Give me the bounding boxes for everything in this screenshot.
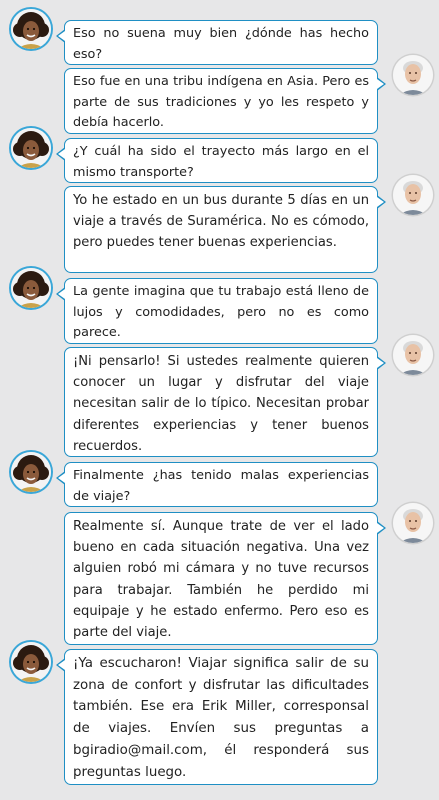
host-avatar-icon	[11, 452, 51, 492]
message-bubble: Yo he estado en un bus durante 5 días en…	[64, 186, 386, 273]
guest-avatar-icon	[393, 503, 433, 543]
host-avatar-icon	[11, 268, 51, 308]
host-avatar-icon	[11, 128, 51, 168]
message-text: ¡Ni pensarlo! Si ustedes realmente quier…	[73, 354, 369, 454]
message-text: Finalmente ¿has tenido malas experiencia…	[73, 468, 369, 504]
message-bubble: La gente imagina que tu trabajo está lle…	[56, 278, 378, 344]
host-avatar-icon	[11, 9, 51, 49]
message-bubble: ¿Y cuál ha sido el trayecto más largo en…	[56, 138, 378, 183]
host-avatar-icon	[11, 642, 51, 682]
message-bubble: Realmente sí. Aunque trate de ver el lad…	[64, 512, 386, 645]
guest-avatar-icon	[393, 175, 433, 215]
guest-avatar-icon	[393, 335, 433, 375]
chat-transcript: Eso no suena muy bien ¿dónde has hecho e…	[0, 0, 439, 800]
guest-avatar-icon	[393, 55, 433, 95]
message-text: Eso no suena muy bien ¿dónde has hecho e…	[73, 26, 369, 62]
message-text: Realmente sí. Aunque trate de ver el lad…	[73, 519, 369, 641]
message-bubble: ¡Ya escucharon! Viajar significa salir d…	[56, 649, 378, 785]
message-text: La gente imagina que tu trabajo está lle…	[73, 284, 369, 341]
message-text: ¿Y cuál ha sido el trayecto más largo en…	[73, 144, 369, 180]
message-bubble: Eso no suena muy bien ¿dónde has hecho e…	[56, 20, 378, 65]
message-text: Eso fue en una tribu indígena en Asia. P…	[73, 74, 369, 131]
message-bubble: Finalmente ¿has tenido malas experiencia…	[56, 462, 378, 507]
message-text: ¡Ya escucharon! Viajar significa salir d…	[73, 656, 369, 780]
message-text: Yo he estado en un bus durante 5 días en…	[73, 193, 369, 251]
message-bubble: ¡Ni pensarlo! Si ustedes realmente quier…	[64, 347, 386, 457]
message-bubble: Eso fue en una tribu indígena en Asia. P…	[64, 68, 386, 134]
